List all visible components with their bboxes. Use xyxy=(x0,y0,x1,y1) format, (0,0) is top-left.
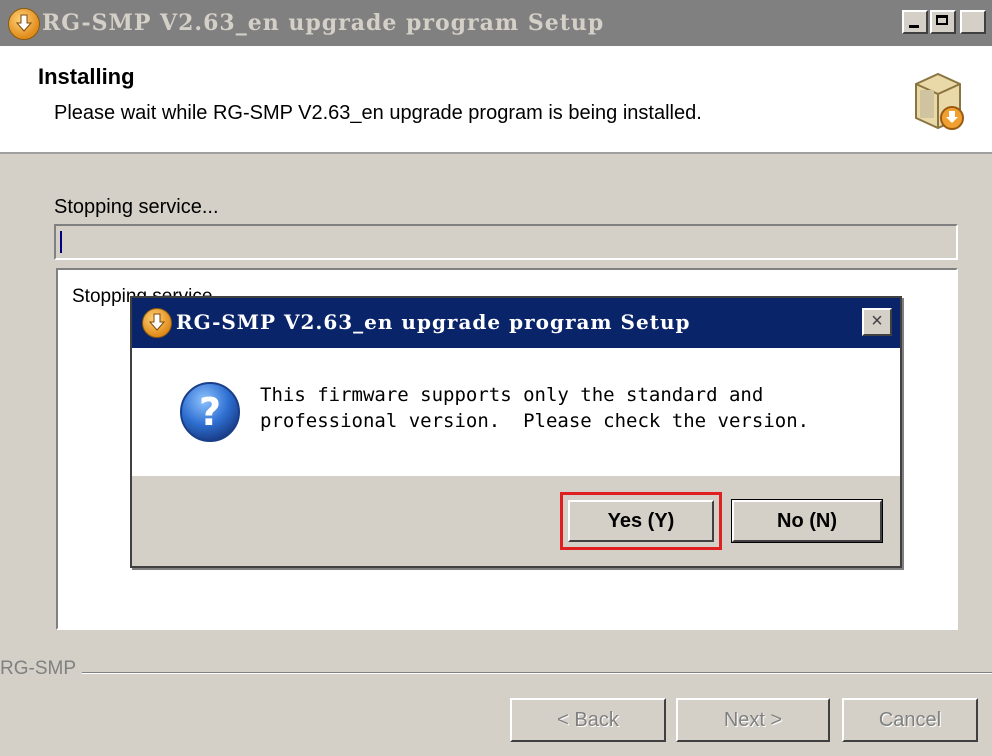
minimize-button[interactable] xyxy=(902,10,928,34)
confirm-dialog: RG-SMP V2.63_en upgrade program Setup × … xyxy=(130,296,902,568)
wizard-header: Installing Please wait while RG-SMP V2.6… xyxy=(0,46,992,154)
dialog-titlebar[interactable]: RG-SMP V2.63_en upgrade program Setup × xyxy=(132,298,900,348)
svg-text:?: ? xyxy=(199,390,221,434)
no-button[interactable]: No (N) xyxy=(731,499,883,543)
dialog-message-line: professional version. Please check the v… xyxy=(260,410,810,432)
window-title: RG-SMP V2.63_en upgrade program Setup xyxy=(42,10,605,36)
page-subtitle: Please wait while RG-SMP V2.63_en upgrad… xyxy=(54,102,702,124)
package-box-icon xyxy=(915,72,964,130)
branding-label: RG-SMP xyxy=(0,658,82,680)
installer-download-icon xyxy=(8,8,40,40)
dialog-message: This firmware supports only the standard… xyxy=(260,382,809,434)
page-title: Installing xyxy=(38,64,135,89)
maximize-button[interactable] xyxy=(930,10,956,34)
installer-download-icon xyxy=(142,308,172,338)
dialog-title: RG-SMP V2.63_en upgrade program Setup xyxy=(176,310,691,334)
cancel-button[interactable]: Cancel xyxy=(842,698,978,742)
yes-button[interactable]: Yes (Y) xyxy=(568,500,714,542)
dialog-message-line: This firmware supports only the standard… xyxy=(260,384,764,406)
dialog-body: ? This firmware supports only the standa… xyxy=(132,348,900,476)
group-divider xyxy=(0,672,992,674)
status-text: Stopping service... xyxy=(54,196,219,218)
dialog-close-button[interactable]: × xyxy=(862,308,892,336)
window-titlebar[interactable]: RG-SMP V2.63_en upgrade program Setup xyxy=(0,0,992,46)
close-button[interactable] xyxy=(960,10,986,34)
next-button[interactable]: Next > xyxy=(676,698,830,742)
dialog-footer: Yes (Y) No (N) xyxy=(132,476,900,566)
question-icon: ? xyxy=(180,382,240,442)
install-progress-bar xyxy=(54,224,958,260)
progress-fill xyxy=(60,231,62,253)
back-button[interactable]: < Back xyxy=(510,698,666,742)
